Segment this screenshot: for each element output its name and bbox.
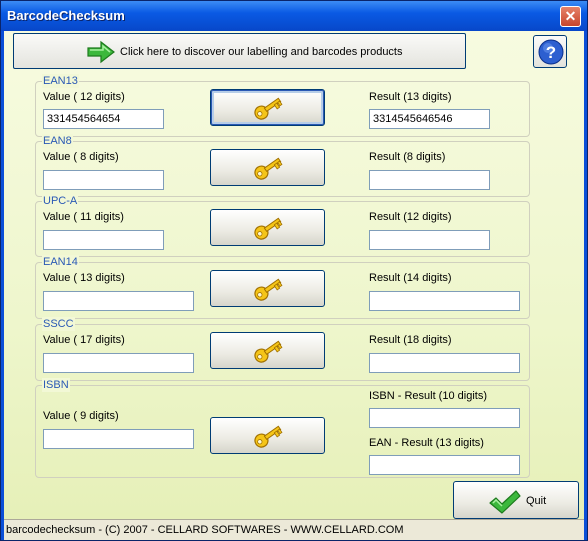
isbn-ean-result-input[interactable] [369,455,520,475]
sscc-compute-button[interactable] [210,332,325,369]
status-bar: barcodechecksum - (C) 2007 - CELLARD SOF… [4,519,584,540]
ean13-value-input[interactable]: 331454564654 [43,109,164,129]
key-icon [254,340,283,363]
key-icon [254,217,283,240]
group-title-ean13: EAN13 [42,74,79,88]
isbn-ean-result-label: EAN - Result (13 digits) [369,437,484,449]
ean8-value-label: Value ( 8 digits) [43,151,119,163]
key-icon [254,97,283,120]
group-title-isbn: ISBN [42,378,70,392]
main-panel: Click here to discover our labelling and… [4,31,584,519]
discover-products-button[interactable]: Click here to discover our labelling and… [13,33,466,69]
isbn-result-label: ISBN - Result (10 digits) [369,390,487,402]
help-icon: ? [538,39,564,65]
key-icon [254,157,283,180]
green-right-arrow-icon [87,40,115,64]
ean13-result-label: Result (13 digits) [369,91,452,103]
isbn-compute-button[interactable] [210,417,325,454]
group-sscc: SSCC Value ( 17 digits) Result (18 digit… [35,317,530,381]
key-icon [254,278,283,301]
ean8-result-input[interactable] [369,170,490,190]
close-icon: ✕ [564,8,577,24]
upca-result-label: Result (12 digits) [369,211,452,223]
group-ean14: EAN14 Value ( 13 digits) Result (14 digi… [35,255,530,319]
ean14-value-label: Value ( 13 digits) [43,272,125,284]
ean14-compute-button[interactable] [210,270,325,307]
ean14-result-input[interactable] [369,291,520,311]
group-title-ean14: EAN14 [42,255,79,269]
isbn-value-input[interactable] [43,429,194,449]
upca-value-input[interactable] [43,230,164,250]
ean13-value-label: Value ( 12 digits) [43,91,125,103]
ean14-value-input[interactable] [43,291,194,311]
key-icon [254,425,283,448]
sscc-result-input[interactable] [369,353,520,373]
quit-button[interactable]: Quit [453,481,579,519]
ean13-compute-button[interactable] [210,89,325,126]
upca-compute-button[interactable] [210,209,325,246]
group-title-sscc: SSCC [42,317,75,331]
status-text: barcodechecksum - (C) 2007 - CELLARD SOF… [6,524,404,536]
ean8-compute-button[interactable] [210,149,325,186]
isbn-value-label: Value ( 9 digits) [43,410,119,422]
ean8-value-input[interactable] [43,170,164,190]
svg-text:?: ? [546,43,556,62]
ean13-result-input[interactable]: 3314545646546 [369,109,490,129]
group-isbn: ISBN Value ( 9 digits) ISBN - Result (10… [35,378,530,478]
group-title-ean8: EAN8 [42,134,73,148]
isbn-result-input[interactable] [369,408,520,428]
group-ean13: EAN13 Value ( 12 digits) 331454564654 Re… [35,74,530,137]
green-check-icon [489,490,521,514]
ean14-result-label: Result (14 digits) [369,272,452,284]
sscc-result-label: Result (18 digits) [369,334,452,346]
help-button[interactable]: ? [533,35,567,68]
group-ean8: EAN8 Value ( 8 digits) Result (8 digits) [35,134,530,197]
upca-value-label: Value ( 11 digits) [43,211,124,223]
group-title-upca: UPC-A [42,194,79,208]
discover-products-label: Click here to discover our labelling and… [120,46,403,58]
sscc-value-input[interactable] [43,353,194,373]
ean8-result-label: Result (8 digits) [369,151,446,163]
app-window: BarcodeChecksum ✕ Click here to discover… [0,0,588,541]
sscc-value-label: Value ( 17 digits) [43,334,125,346]
quit-label: Quit [526,495,547,507]
window-title: BarcodeChecksum [7,8,125,23]
close-button[interactable]: ✕ [560,6,581,27]
title-bar[interactable]: BarcodeChecksum ✕ [1,1,587,31]
group-upca: UPC-A Value ( 11 digits) Result (12 digi… [35,194,530,257]
upca-result-input[interactable] [369,230,490,250]
